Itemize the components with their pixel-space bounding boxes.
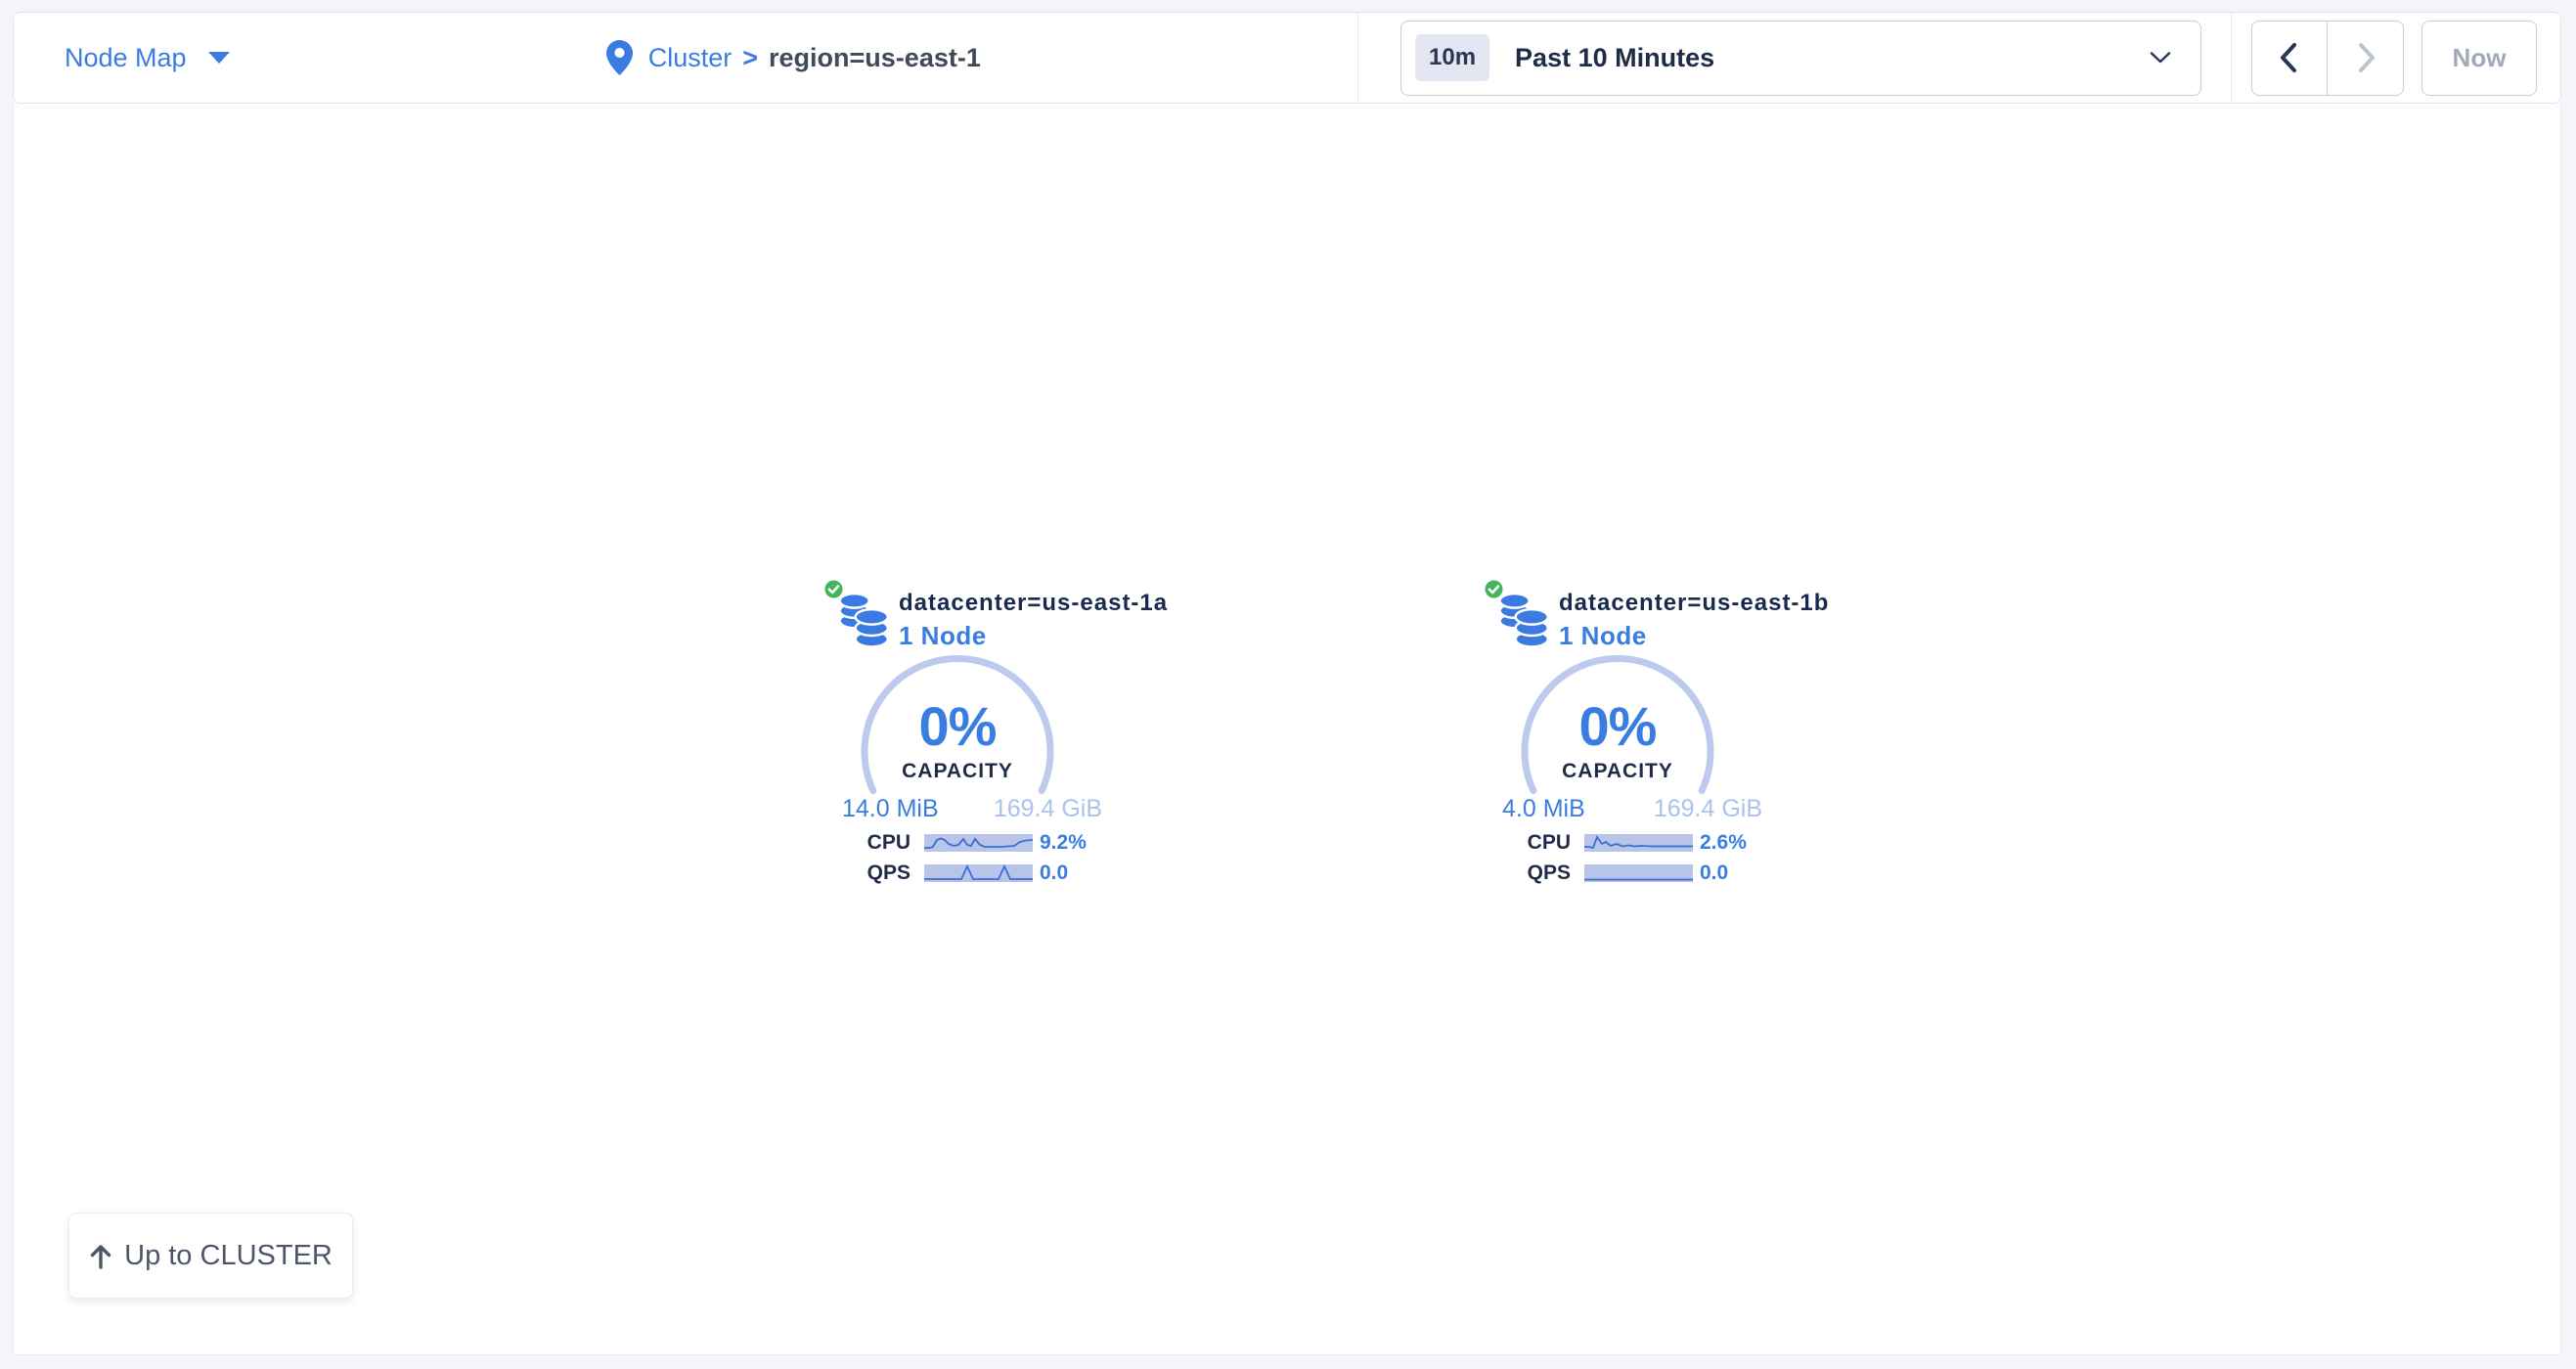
up-to-cluster-button[interactable]: Up to CLUSTER xyxy=(68,1213,353,1299)
header-left-section: Node Map Cluster > region=us-east-1 xyxy=(14,13,1358,103)
qps-value: 0.0 xyxy=(1040,864,1068,882)
time-next-button[interactable] xyxy=(2328,21,2404,96)
caret-down-icon xyxy=(208,52,230,64)
arrow-up-icon xyxy=(89,1243,112,1269)
locality-node-count: 1 Node xyxy=(899,621,987,651)
locality-title: datacenter=us-east-1a xyxy=(899,590,1168,617)
cpu-label: CPU xyxy=(830,834,910,852)
database-icon xyxy=(1498,592,1551,653)
capacity-range: 14.0 MiB 169.4 GiB xyxy=(842,795,1102,823)
chevron-right-icon xyxy=(2351,40,2380,75)
cpu-label: CPU xyxy=(1490,834,1571,852)
time-prev-button[interactable] xyxy=(2251,21,2328,96)
view-mode-label: Node Map xyxy=(65,43,187,73)
locality-node-count: 1 Node xyxy=(1559,621,1647,651)
locality-title: datacenter=us-east-1b xyxy=(1559,590,1829,617)
cpu-sparkline xyxy=(924,834,1033,852)
time-range-badge: 10m xyxy=(1415,34,1489,81)
qps-row: QPS 0.0 xyxy=(791,864,1124,882)
breadcrumb: Cluster > region=us-east-1 xyxy=(606,40,981,75)
breadcrumb-separator: > xyxy=(742,43,758,73)
capacity-label: CAPACITY xyxy=(1451,760,1784,783)
breadcrumb-wrap: Cluster > region=us-east-1 xyxy=(230,40,1357,75)
capacity-used: 14.0 MiB xyxy=(842,795,939,823)
header-time-section: 10m Past 10 Minutes xyxy=(1358,13,2232,103)
chevron-left-icon xyxy=(2275,40,2304,75)
header-nav-section: Now xyxy=(2232,13,2560,103)
view-mode-selector[interactable]: Node Map xyxy=(65,43,230,73)
header-bar: Node Map Cluster > region=us-east-1 10m … xyxy=(13,12,2561,104)
capacity-total: 169.4 GiB xyxy=(994,795,1102,823)
up-to-cluster-label: Up to CLUSTER xyxy=(124,1240,333,1272)
capacity-total: 169.4 GiB xyxy=(1654,795,1762,823)
capacity-used: 4.0 MiB xyxy=(1502,795,1585,823)
cpu-row: CPU 2.6% xyxy=(1451,834,1784,852)
now-button[interactable]: Now xyxy=(2421,21,2537,96)
time-range-label: Past 10 Minutes xyxy=(1515,43,1714,73)
capacity-range: 4.0 MiB 169.4 GiB xyxy=(1502,795,1762,823)
cpu-sparkline xyxy=(1584,834,1693,852)
capacity-percent: 0% xyxy=(1451,699,1784,754)
chevron-down-icon xyxy=(2150,52,2171,65)
breadcrumb-cluster-link[interactable]: Cluster xyxy=(648,43,733,73)
qps-row: QPS 0.0 xyxy=(1451,864,1784,882)
breadcrumb-current: region=us-east-1 xyxy=(769,43,981,73)
cpu-row: CPU 9.2% xyxy=(791,834,1124,852)
node-map-canvas: datacenter=us-east-1a 1 Node 0% CAPACITY… xyxy=(13,104,2561,1355)
qps-label: QPS xyxy=(1490,864,1571,882)
time-nav-group xyxy=(2251,21,2404,96)
capacity-percent: 0% xyxy=(791,699,1124,754)
cpu-value: 9.2% xyxy=(1040,834,1087,852)
database-icon xyxy=(838,592,891,653)
location-pin-icon xyxy=(606,40,633,75)
cpu-value: 2.6% xyxy=(1700,834,1747,852)
qps-sparkline xyxy=(924,864,1033,882)
qps-label: QPS xyxy=(830,864,910,882)
locality-card[interactable]: datacenter=us-east-1a 1 Node 0% CAPACITY… xyxy=(791,572,1124,905)
qps-sparkline xyxy=(1584,864,1693,882)
capacity-label: CAPACITY xyxy=(791,760,1124,783)
qps-value: 0.0 xyxy=(1700,864,1728,882)
time-range-selector[interactable]: 10m Past 10 Minutes xyxy=(1400,21,2201,96)
locality-card[interactable]: datacenter=us-east-1b 1 Node 0% CAPACITY… xyxy=(1451,572,1784,905)
